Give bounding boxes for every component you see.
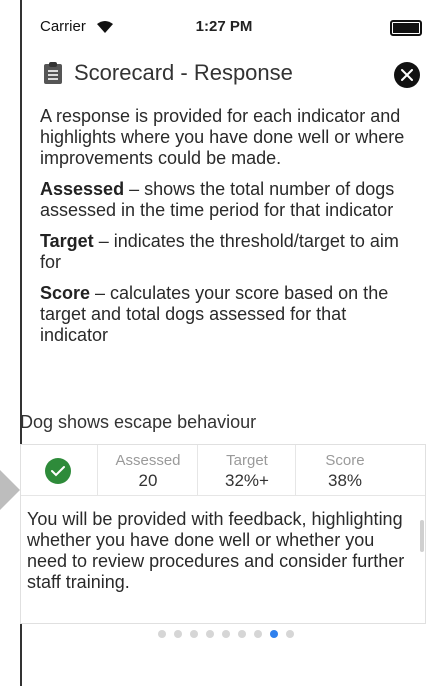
- intro-paragraph: A response is provided for each indicato…: [40, 106, 405, 168]
- scrollbar[interactable]: [420, 520, 424, 552]
- close-icon: [401, 69, 413, 81]
- page-dot-active[interactable]: [270, 630, 278, 638]
- page-dot[interactable]: [190, 630, 198, 638]
- score-definition: Score – calculates your score based on t…: [40, 283, 389, 345]
- page-title: Scorecard - Response: [74, 60, 293, 85]
- page-dot[interactable]: [222, 630, 230, 638]
- target-definition: Target – indicates the threshold/target …: [40, 231, 399, 272]
- check-icon: [45, 458, 71, 484]
- page-dot[interactable]: [174, 630, 182, 638]
- score-label: Score: [325, 452, 365, 469]
- page-dot[interactable]: [254, 630, 262, 638]
- score-column: Score 38%: [295, 445, 394, 495]
- target-label: Target: [226, 452, 268, 469]
- status-bar: Carrier 1:27 PM: [22, 0, 426, 50]
- indicator-stats-row: Assessed 20 Target 32%+ Score 38%: [21, 445, 425, 496]
- intro-text: A response is provided for each indicato…: [22, 98, 426, 346]
- indicator-card: Assessed 20 Target 32%+ Score 38% You wi…: [20, 444, 426, 624]
- pagination-dots: [158, 630, 294, 638]
- indicator-title: Dog shows escape behaviour: [20, 412, 257, 432]
- battery-icon: [390, 20, 422, 36]
- page-dot[interactable]: [286, 630, 294, 638]
- page-dot[interactable]: [206, 630, 214, 638]
- target-value: 32%+: [225, 471, 269, 490]
- previous-page-arrow[interactable]: [0, 470, 20, 510]
- assessed-value: 20: [138, 471, 158, 490]
- page-dot[interactable]: [238, 630, 246, 638]
- clipboard-icon: [44, 62, 62, 84]
- score-value: 38%: [327, 471, 363, 490]
- assessed-definition: Assessed – shows the total number of dog…: [40, 179, 395, 220]
- assessed-label: Assessed: [115, 452, 181, 469]
- status-time: 1:27 PM: [195, 18, 253, 35]
- modal-header: Scorecard - Response: [22, 50, 426, 98]
- feedback-text: You will be provided with feedback, high…: [27, 509, 405, 592]
- target-column: Target 32%+: [197, 445, 296, 495]
- page-dot[interactable]: [158, 630, 166, 638]
- close-button[interactable]: [394, 62, 420, 88]
- assessed-column: Assessed 20: [97, 445, 198, 495]
